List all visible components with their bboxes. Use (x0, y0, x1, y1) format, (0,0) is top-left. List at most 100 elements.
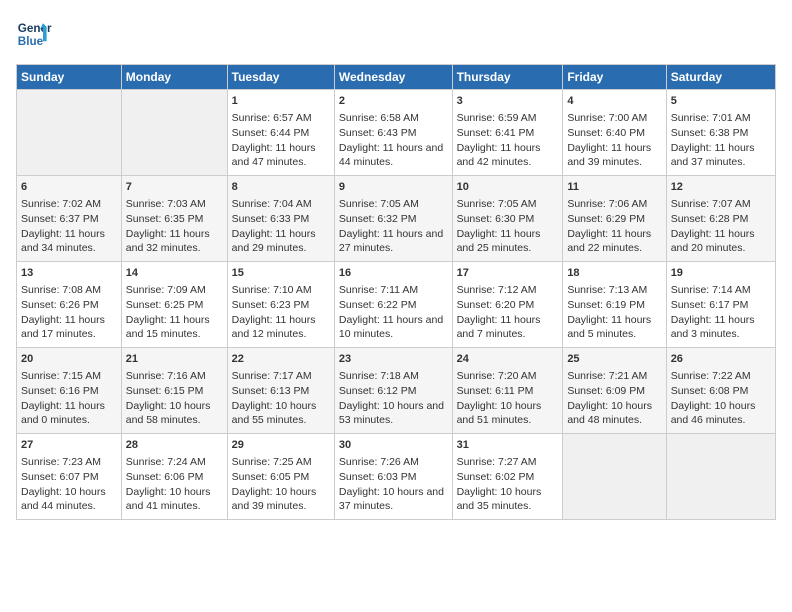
day-number: 22 (232, 352, 330, 367)
day-number: 26 (671, 352, 771, 367)
calendar-cell: 25Sunrise: 7:21 AMSunset: 6:09 PMDayligh… (563, 348, 666, 434)
sunrise: Sunrise: 7:12 AM (457, 284, 537, 296)
sunrise: Sunrise: 7:00 AM (567, 112, 647, 124)
sunrise: Sunrise: 6:57 AM (232, 112, 312, 124)
sunset: Sunset: 6:32 PM (339, 213, 417, 225)
sunset: Sunset: 6:35 PM (126, 213, 204, 225)
calendar-cell: 19 Sunrise: 7:14 AM Sunset: 6:17 PM Dayligh… (666, 262, 775, 348)
day-number: 2 (339, 94, 448, 109)
day-number: 1 (232, 94, 330, 109)
calendar-week: 6 Sunrise: 7:02 AM Sunset: 6:37 PM Daylight… (17, 176, 776, 262)
day-number: 16 (339, 266, 448, 281)
day-number: 19 (671, 266, 771, 281)
day-number: 31 (457, 438, 559, 453)
sunset: Sunset: 6:09 PM (567, 385, 645, 397)
day-number: 13 (21, 266, 117, 281)
calendar-cell: 28Sunrise: 7:24 AMSunset: 6:06 PMDayligh… (121, 434, 227, 520)
daylight: Daylight: 11 hours and 34 minutes. (21, 228, 105, 255)
day-number: 4 (567, 94, 661, 109)
calendar-week: 20Sunrise: 7:15 AMSunset: 6:16 PMDayligh… (17, 348, 776, 434)
daylight: Daylight: 11 hours and 12 minutes. (232, 314, 316, 341)
daylight: Daylight: 11 hours and 27 minutes. (339, 228, 443, 255)
calendar-week: 27Sunrise: 7:23 AMSunset: 6:07 PMDayligh… (17, 434, 776, 520)
day-number: 15 (232, 266, 330, 281)
sunset: Sunset: 6:19 PM (567, 299, 645, 311)
calendar-cell: 17Sunrise: 7:12 AMSunset: 6:20 PMDayligh… (452, 262, 563, 348)
day-number: 7 (126, 180, 223, 195)
svg-text:General: General (18, 22, 52, 35)
page-header: General Blue (16, 16, 776, 52)
calendar-cell: 23 Sunrise: 7:18 AM Sunset: 6:12 PM Dayligh… (334, 348, 452, 434)
day-number: 21 (126, 352, 223, 367)
sunrise: Sunrise: 6:58 AM (339, 112, 419, 124)
sunset: Sunset: 6:12 PM (339, 385, 417, 397)
sunset: Sunset: 6:07 PM (21, 471, 99, 483)
calendar-cell: 1Sunrise: 6:57 AMSunset: 6:44 PMDaylight… (227, 90, 334, 176)
sunrise: Sunrise: 7:26 AM (339, 456, 419, 468)
sunset: Sunset: 6:43 PM (339, 127, 417, 139)
logo: General Blue (16, 16, 56, 52)
sunrise: Sunrise: 7:23 AM (21, 456, 101, 468)
weekday-header: Friday (563, 65, 666, 90)
calendar-cell: 30Sunrise: 7:26 AMSunset: 6:03 PMDayligh… (334, 434, 452, 520)
day-number: 24 (457, 352, 559, 367)
calendar-cell: 27Sunrise: 7:23 AMSunset: 6:07 PMDayligh… (17, 434, 122, 520)
daylight: Daylight: 10 hours and 37 minutes. (339, 486, 444, 513)
weekday-header: Monday (121, 65, 227, 90)
sunrise: Sunrise: 7:06 AM (567, 198, 647, 210)
weekday-header: Thursday (452, 65, 563, 90)
calendar-cell (17, 90, 122, 176)
sunset: Sunset: 6:05 PM (232, 471, 310, 483)
sunset: Sunset: 6:17 PM (671, 299, 749, 311)
calendar-week: 13Sunrise: 7:08 AMSunset: 6:26 PMDayligh… (17, 262, 776, 348)
day-number: 30 (339, 438, 448, 453)
sunset: Sunset: 6:41 PM (457, 127, 535, 139)
sunrise: Sunrise: 7:20 AM (457, 370, 537, 382)
sunset: Sunset: 6:08 PM (671, 385, 749, 397)
calendar-cell: 26Sunrise: 7:22 AMSunset: 6:08 PMDayligh… (666, 348, 775, 434)
calendar-cell: 22Sunrise: 7:17 AMSunset: 6:13 PMDayligh… (227, 348, 334, 434)
day-number: 23 (339, 352, 448, 367)
calendar-cell: 4Sunrise: 7:00 AMSunset: 6:40 PMDaylight… (563, 90, 666, 176)
sunrise: Sunrise: 7:17 AM (232, 370, 312, 382)
sunset: Sunset: 6:40 PM (567, 127, 645, 139)
daylight: Daylight: 11 hours and 3 minutes. (671, 314, 755, 341)
daylight: Daylight: 11 hours and 20 minutes. (671, 228, 755, 255)
day-number: 6 (21, 180, 117, 195)
calendar-cell: 21Sunrise: 7:16 AMSunset: 6:15 PMDayligh… (121, 348, 227, 434)
daylight: Daylight: 11 hours and 37 minutes. (671, 142, 755, 169)
daylight: Daylight: 10 hours and 53 minutes. (339, 400, 444, 427)
calendar-cell: 18Sunrise: 7:13 AMSunset: 6:19 PMDayligh… (563, 262, 666, 348)
day-number: 18 (567, 266, 661, 281)
sunset: Sunset: 6:44 PM (232, 127, 310, 139)
sunrise: Sunrise: 7:27 AM (457, 456, 537, 468)
sunrise: Sunrise: 7:18 AM (339, 370, 419, 382)
sunset: Sunset: 6:11 PM (457, 385, 534, 397)
sunrise: Sunrise: 7:24 AM (126, 456, 206, 468)
calendar-cell: 3Sunrise: 6:59 AMSunset: 6:41 PMDaylight… (452, 90, 563, 176)
svg-text:Blue: Blue (18, 35, 44, 48)
sunrise: Sunrise: 7:02 AM (21, 198, 101, 210)
day-number: 3 (457, 94, 559, 109)
daylight: Daylight: 11 hours and 0 minutes. (21, 400, 105, 427)
sunrise: Sunrise: 6:59 AM (457, 112, 537, 124)
calendar-week: 1 Sunrise: 6:57 AM Sunset: 6:44 PM Daylight… (17, 90, 776, 176)
calendar-cell: 2Sunrise: 6:58 AMSunset: 6:43 PMDaylight… (334, 90, 452, 176)
day-number: 9 (339, 180, 448, 195)
sunset: Sunset: 6:33 PM (232, 213, 310, 225)
sunrise: Sunrise: 7:15 AM (21, 370, 101, 382)
calendar-cell: 14Sunrise: 7:09 AMSunset: 6:25 PMDayligh… (121, 262, 227, 348)
day-number: 10 (457, 180, 559, 195)
sunset: Sunset: 6:06 PM (126, 471, 204, 483)
sunrise: Sunrise: 7:14 AM (671, 284, 751, 296)
sunrise: Sunrise: 7:22 AM (671, 370, 751, 382)
sunrise: Sunrise: 7:25 AM (232, 456, 312, 468)
sunset: Sunset: 6:20 PM (457, 299, 535, 311)
sunset: Sunset: 6:37 PM (21, 213, 99, 225)
sunset: Sunset: 6:15 PM (126, 385, 204, 397)
calendar-cell: 5Sunrise: 7:01 AMSunset: 6:38 PMDaylight… (666, 90, 775, 176)
calendar-cell: 20Sunrise: 7:15 AMSunset: 6:16 PMDayligh… (17, 348, 122, 434)
daylight: Daylight: 10 hours and 35 minutes. (457, 486, 542, 513)
sunrise: Sunrise: 7:09 AM (126, 284, 206, 296)
day-number: 28 (126, 438, 223, 453)
